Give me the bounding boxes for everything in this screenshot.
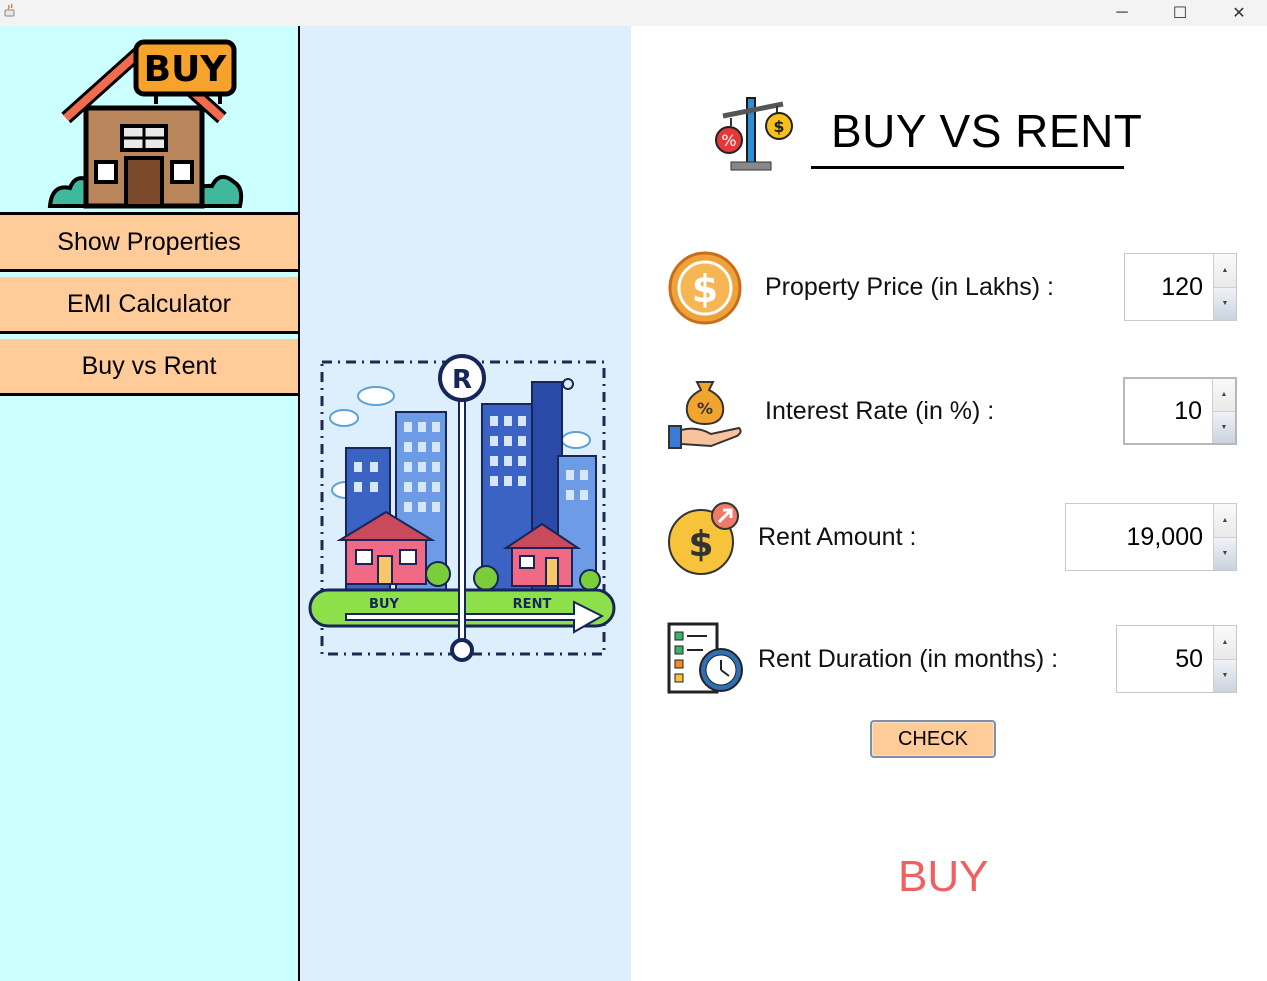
rent-duration-spinner[interactable]: 50 ▲ ▼ <box>1116 625 1237 693</box>
close-button[interactable]: ✕ <box>1216 0 1262 26</box>
svg-text:%: % <box>721 131 736 150</box>
property-price-spinner[interactable]: 120 ▲ ▼ <box>1124 253 1237 321</box>
page-title: BUY VS RENT <box>831 105 1143 157</box>
sidebar-item-emi-calculator[interactable]: EMI Calculator <box>0 277 298 334</box>
svg-text:R: R <box>452 365 472 395</box>
increment-arrow-icon[interactable]: ▲ <box>1214 254 1236 287</box>
rent-duration-label: Rent Duration (in months) : <box>758 645 1059 673</box>
sidebar-item-show-properties[interactable]: Show Properties <box>0 215 298 272</box>
dollar-growth-icon: $ <box>668 502 739 575</box>
window-titlebar: ─ ☐ ✕ <box>0 0 1267 26</box>
decrement-arrow-icon[interactable]: ▼ <box>1214 536 1236 570</box>
svg-text:%: % <box>697 399 713 418</box>
buy-rent-city-illustration: BUY RENT R <box>308 354 616 662</box>
property-price-value[interactable]: 120 <box>1125 254 1213 320</box>
sidebar-item-label: Show Properties <box>57 227 241 256</box>
check-button[interactable]: CHECK <box>870 720 996 758</box>
rent-amount-spinner[interactable]: 19,000 ▲ ▼ <box>1065 503 1237 571</box>
buy-vs-rent-form: % $ BUY VS RENT $ Property Price (in Lak… <box>631 26 1267 981</box>
result-text: BUY <box>898 852 989 901</box>
checklist-clock-icon <box>667 622 743 694</box>
rent-duration-value[interactable]: 50 <box>1117 626 1213 692</box>
dollar-coin-icon: $ <box>668 251 742 325</box>
sidebar-item-label: EMI Calculator <box>67 289 231 318</box>
svg-text:RENT: RENT <box>513 597 552 612</box>
money-bag-hand-icon: % <box>668 381 742 449</box>
interest-rate-label: Interest Rate (in %) : <box>765 397 995 425</box>
svg-text:$: $ <box>688 524 713 565</box>
interest-rate-value[interactable]: 10 <box>1125 379 1212 443</box>
svg-text:$: $ <box>773 117 784 136</box>
java-app-icon <box>4 3 15 17</box>
maximize-button[interactable]: ☐ <box>1157 0 1203 26</box>
interest-rate-spinner[interactable]: 10 ▲ ▼ <box>1123 377 1237 445</box>
decrement-arrow-icon[interactable]: ▼ <box>1214 286 1236 320</box>
svg-text:$: $ <box>692 267 718 311</box>
sidebar-item-label: Buy vs Rent <box>81 351 217 380</box>
increment-arrow-icon[interactable]: ▲ <box>1214 626 1236 659</box>
illustration-panel: BUY RENT R <box>300 26 631 981</box>
decrement-arrow-icon[interactable]: ▼ <box>1214 658 1236 692</box>
increment-arrow-icon[interactable]: ▲ <box>1213 379 1235 411</box>
minimize-button[interactable]: ─ <box>1099 0 1145 26</box>
sidebar-item-buy-vs-rent[interactable]: Buy vs Rent <box>0 339 298 396</box>
rent-amount-label: Rent Amount : <box>758 523 917 551</box>
property-price-label: Property Price (in Lakhs) : <box>765 273 1054 301</box>
svg-text:BUY: BUY <box>144 49 228 90</box>
balance-scale-icon: % $ <box>715 97 793 171</box>
buy-house-logo-icon: BUY <box>47 39 244 209</box>
sidebar: BUY Show Properties EMI Calculator Buy v… <box>0 26 300 981</box>
rent-amount-value[interactable]: 19,000 <box>1066 504 1213 570</box>
decrement-arrow-icon[interactable]: ▼ <box>1213 410 1235 443</box>
increment-arrow-icon[interactable]: ▲ <box>1214 504 1236 537</box>
svg-text:BUY: BUY <box>369 597 399 612</box>
title-underline <box>811 166 1124 169</box>
